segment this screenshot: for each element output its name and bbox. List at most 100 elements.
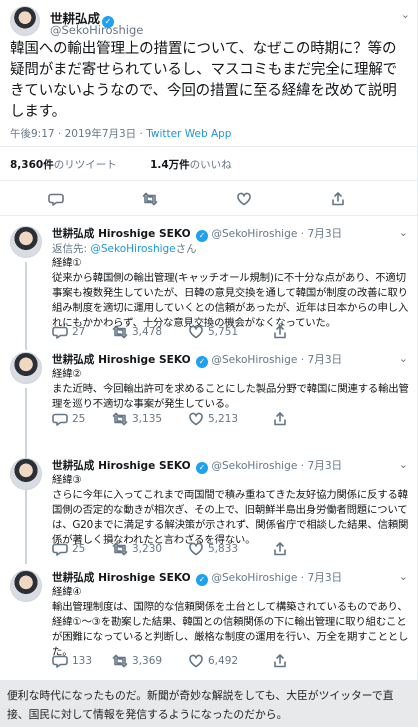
tweet-title: 経緯②	[52, 368, 82, 380]
share-button[interactable]	[272, 651, 288, 671]
share-button[interactable]	[272, 409, 288, 429]
like-count-link[interactable]: 1.4万件のいいね	[150, 159, 232, 171]
tweet-header: 世耕弘成 Hiroshige SEKO ✓ @SekoHiroshige · 7…	[52, 570, 412, 586]
author-handle[interactable]: @SekoHiroshige	[211, 572, 297, 584]
speech-bubble-icon	[52, 655, 68, 668]
tweet-thread-card: 世耕弘成 ✓ @SekoHiroshige ⌄ 韓国への輸出管理上の措置について、…	[0, 0, 418, 680]
retweet-arrows-icon	[112, 542, 128, 556]
reply-count: 25	[72, 413, 86, 425]
retweet-button[interactable]: 3,135	[112, 409, 162, 429]
retweet-arrows-icon	[142, 192, 158, 206]
tweet-text: また近時、今回輸出許可を求めることにした製品分野で韓国に関連する輸出管理を巡り不…	[52, 383, 409, 410]
retweet-arrows-icon	[112, 325, 128, 339]
share-button[interactable]	[272, 322, 288, 342]
verified-badge-icon: ✓	[195, 573, 208, 586]
chevron-down-icon[interactable]: ⌄	[399, 570, 408, 583]
like-button[interactable]: 5,833	[188, 539, 238, 559]
chevron-down-icon[interactable]: ⌄	[401, 8, 410, 21]
divider	[0, 180, 418, 181]
main-tweet-actions	[0, 189, 418, 213]
author-avatar[interactable]	[10, 458, 42, 490]
author-handle[interactable]: @SekoHiroshige	[211, 354, 297, 366]
like-count: 5,751	[208, 326, 239, 338]
author-avatar[interactable]	[10, 6, 40, 36]
like-button[interactable]	[236, 189, 252, 209]
author-name[interactable]: 世耕弘成 Hiroshige SEKO	[52, 572, 191, 584]
divider	[0, 146, 418, 147]
author-handle[interactable]: @SekoHiroshige	[211, 228, 297, 240]
chevron-down-icon[interactable]: ⌄	[399, 458, 408, 471]
tweet-timestamp: 午後9:17 · 2019年7月3日 · Twitter Web App	[10, 126, 231, 141]
retweet-count: 3,369	[132, 655, 163, 667]
like-count: 5,833	[208, 543, 239, 555]
thread-connector-line	[25, 262, 27, 350]
like-button[interactable]: 5,213	[188, 409, 238, 429]
main-tweet-text: 韓国への輸出管理上の措置について、なぜこの時期に？等の疑問がまだ寄せられているし…	[10, 41, 398, 120]
reply-button[interactable]: 27	[52, 322, 85, 342]
speech-bubble-icon	[48, 193, 64, 206]
tweet-date[interactable]: · 7月3日	[301, 354, 342, 366]
share-upload-icon	[274, 654, 286, 668]
heart-icon	[189, 412, 203, 426]
tweet-actions: 25 3,230 5,833	[52, 539, 408, 559]
like-button[interactable]: 6,492	[188, 651, 238, 671]
tweet-date[interactable]: · 7月3日	[301, 228, 342, 240]
author-avatar[interactable]	[10, 570, 42, 602]
heart-icon	[237, 192, 251, 206]
speech-bubble-icon	[52, 413, 68, 426]
author-name[interactable]: 世耕弘成 Hiroshige SEKO	[52, 228, 191, 240]
tweet-actions: 27 3,478 5,751	[52, 322, 408, 342]
retweet-button[interactable]: 3,478	[112, 322, 162, 342]
retweet-button[interactable]: 3,369	[112, 651, 162, 671]
retweet-count-link[interactable]: 8,360件のリツイート	[10, 159, 117, 171]
retweet-arrows-icon	[112, 654, 128, 668]
retweet-button[interactable]	[142, 189, 158, 209]
author-handle[interactable]: @SekoHiroshige	[211, 460, 297, 472]
like-button[interactable]: 5,751	[188, 322, 238, 342]
reply-to-line: 返信先: @SekoHiroshigeさん	[52, 243, 197, 255]
tweet-date[interactable]: · 7月3日	[301, 460, 342, 472]
heart-icon	[189, 542, 203, 556]
reply-button[interactable]: 25	[52, 409, 85, 429]
tweet-title: 経緯③	[52, 474, 82, 486]
tweet-header: 世耕弘成 Hiroshige SEKO ✓ @SekoHiroshige · 7…	[52, 226, 412, 242]
tweet-date[interactable]: · 7月3日	[301, 572, 342, 584]
tweet-title: 経緯①	[52, 257, 82, 269]
reply-button[interactable]	[48, 189, 64, 209]
retweet-button[interactable]: 3,230	[112, 539, 162, 559]
tweet-actions: 133 3,369 6,492	[52, 651, 408, 671]
speech-bubble-icon	[52, 326, 68, 339]
chevron-down-icon[interactable]: ⌄	[399, 226, 408, 239]
divider	[0, 215, 418, 216]
share-upload-icon	[274, 412, 286, 426]
share-upload-icon	[332, 192, 344, 206]
main-tweet-header: 世耕弘成 ✓ @SekoHiroshige ⌄	[10, 6, 410, 37]
reply-to-handle-link[interactable]: @SekoHiroshige	[90, 243, 175, 255]
share-button[interactable]	[330, 189, 346, 209]
tweet-header: 世耕弘成 Hiroshige SEKO ✓ @SekoHiroshige · 7…	[52, 352, 412, 368]
like-count: 6,492	[208, 655, 239, 667]
article-footer-note: 便利な時代になったものだ。新聞が奇妙な解説をしても、大臣がツイッターで直接、国民…	[7, 689, 394, 721]
author-name[interactable]: 世耕弘成 Hiroshige SEKO	[52, 354, 191, 366]
tweet-source-link[interactable]: Twitter Web App	[146, 128, 231, 140]
speech-bubble-icon	[52, 543, 68, 556]
verified-badge-icon: ✓	[195, 355, 208, 368]
tweet-time[interactable]: 午後9:17 · 2019年7月3日 ·	[10, 128, 146, 140]
author-avatar[interactable]	[10, 352, 42, 384]
verified-badge-icon: ✓	[195, 229, 208, 242]
tweet-header: 世耕弘成 Hiroshige SEKO ✓ @SekoHiroshige · 7…	[52, 458, 412, 474]
tweet-title: 経緯④	[52, 586, 82, 598]
tweet-stats: 8,360件のリツイート 1.4万件のいいね	[10, 157, 232, 172]
retweet-arrows-icon	[112, 412, 128, 426]
verified-badge-icon: ✓	[195, 461, 208, 474]
author-handle[interactable]: @SekoHiroshige	[50, 23, 143, 37]
reply-button[interactable]: 25	[52, 539, 85, 559]
reply-count: 27	[72, 326, 86, 338]
chevron-down-icon[interactable]: ⌄	[399, 352, 408, 365]
author-name[interactable]: 世耕弘成 Hiroshige SEKO	[52, 460, 191, 472]
author-avatar[interactable]	[10, 226, 42, 258]
reply-button[interactable]: 133	[52, 651, 92, 671]
share-button[interactable]	[272, 539, 288, 559]
share-upload-icon	[274, 325, 286, 339]
share-upload-icon	[274, 542, 286, 556]
